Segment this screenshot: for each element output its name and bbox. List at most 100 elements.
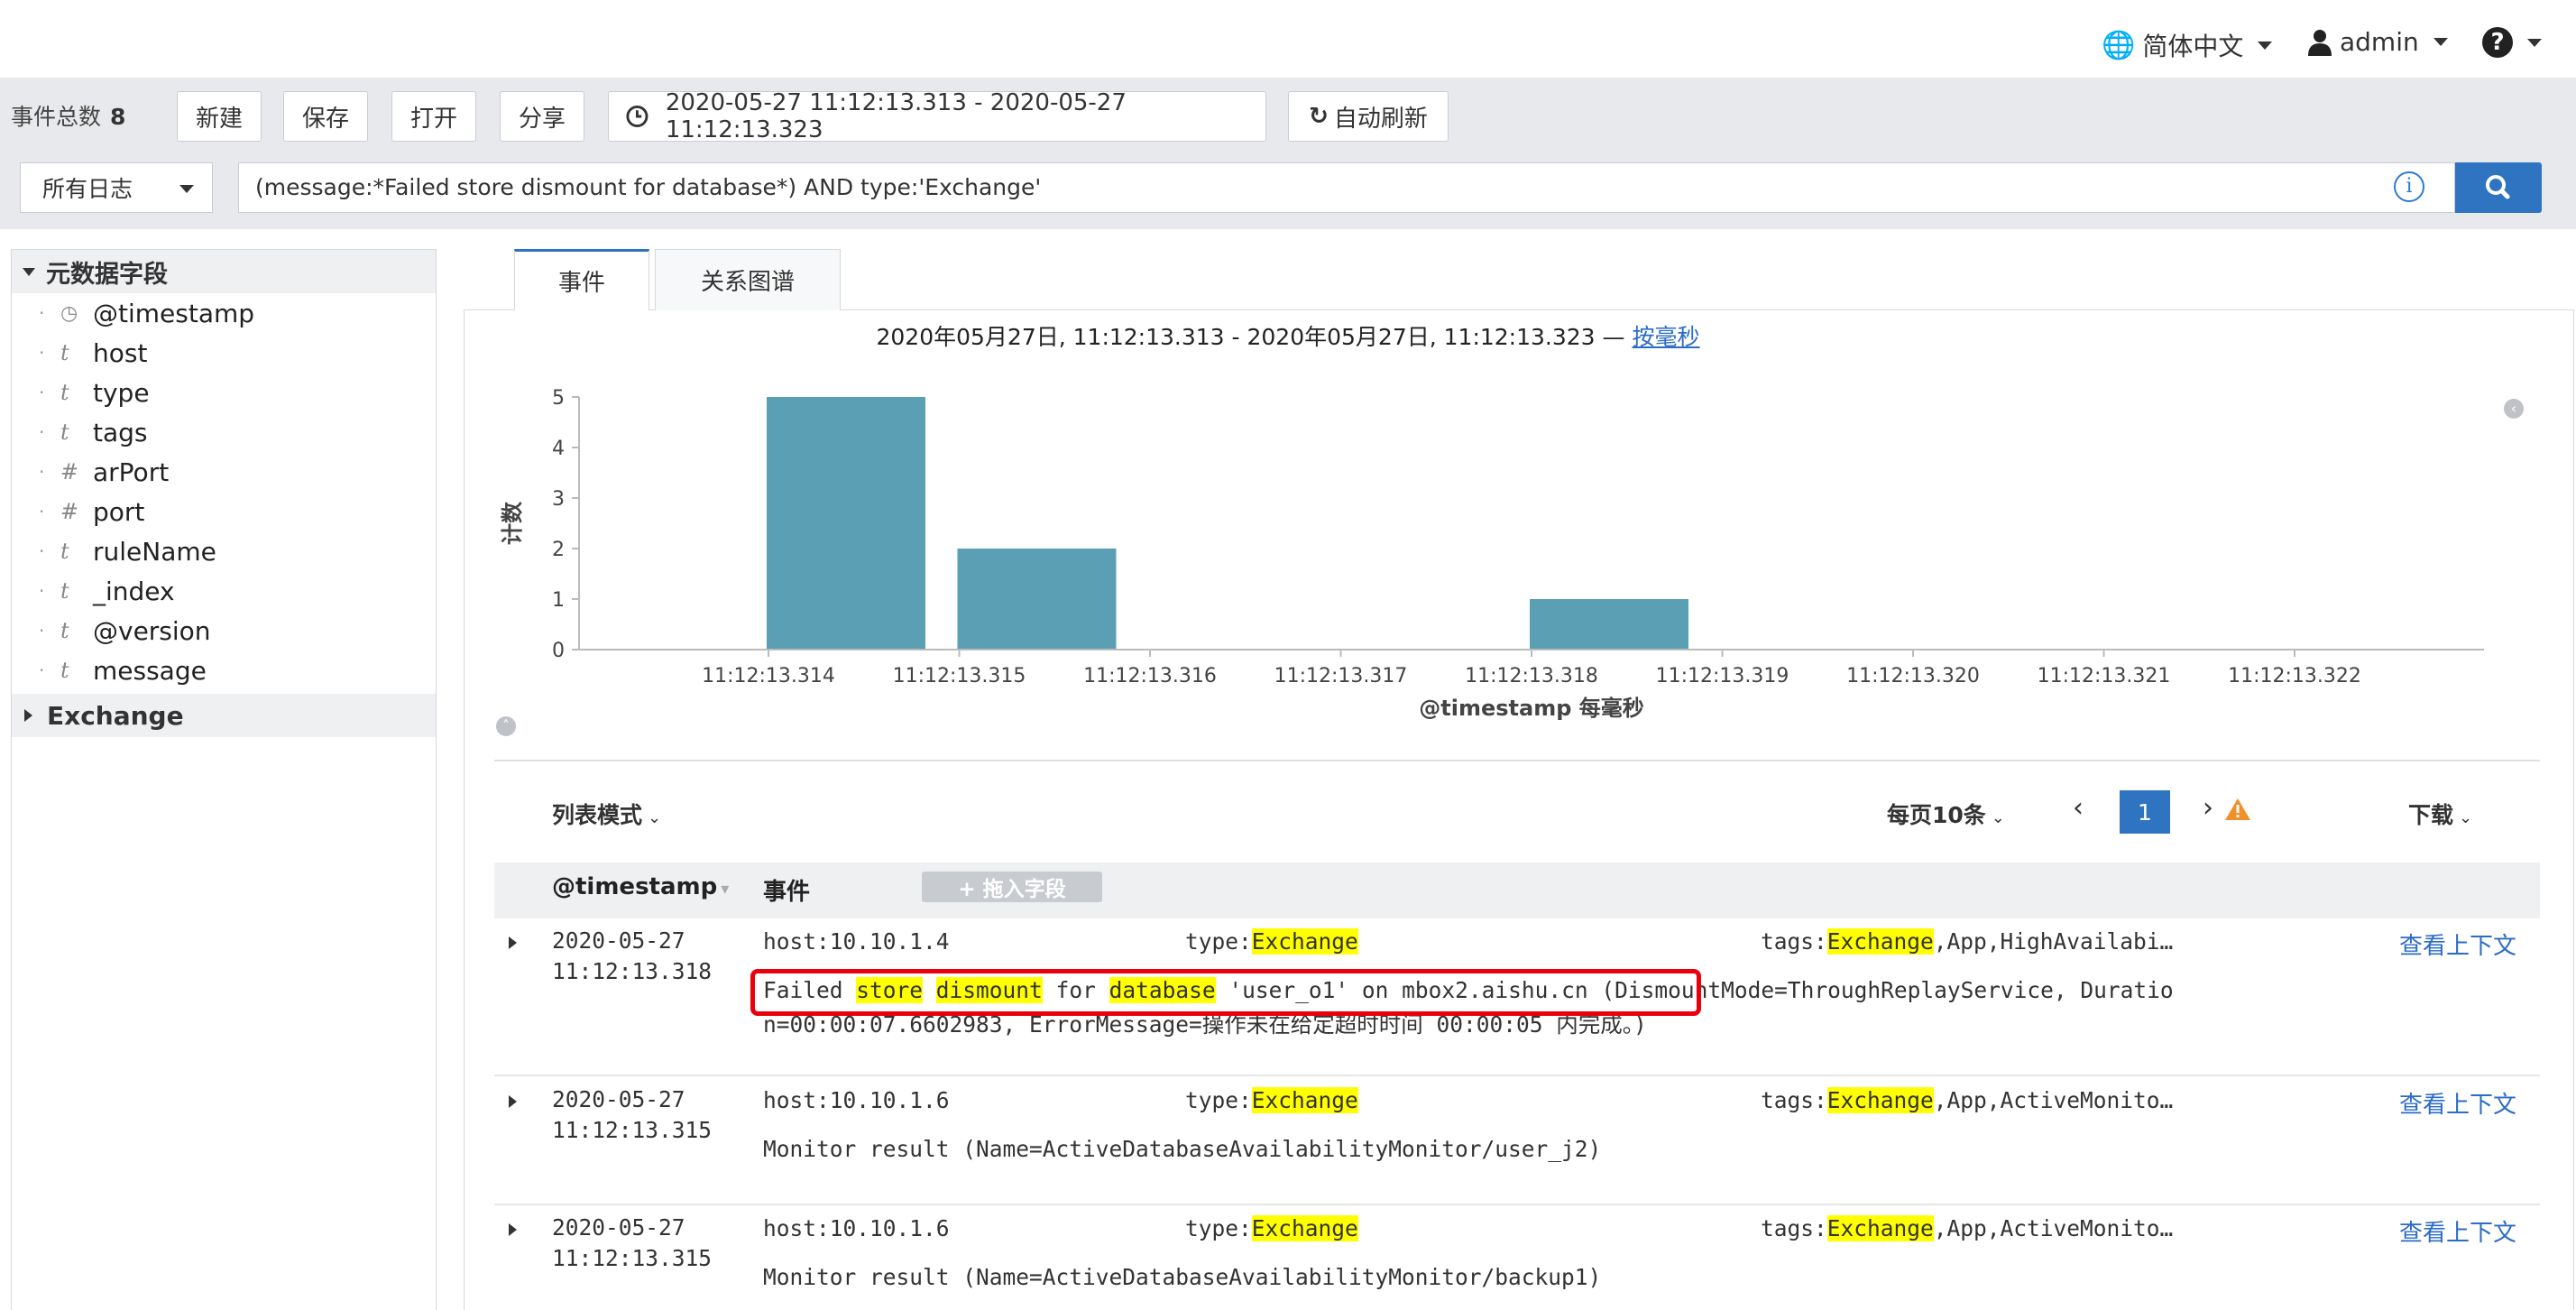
timestamp-column-label: @timestamp xyxy=(552,873,718,900)
interval-link[interactable]: 按毫秒 xyxy=(1632,324,1699,350)
page-1-button[interactable]: 1 xyxy=(2120,790,2170,834)
search-input[interactable]: (message:*Failed store dismount for data… xyxy=(238,162,2455,213)
x-tick-label: 11:12:13.317 xyxy=(1274,665,1408,687)
field-item-type[interactable]: · t type xyxy=(12,374,150,411)
row-tags: tags:Exchange,App,ActiveMonito… xyxy=(1761,1087,2173,1113)
log-scope-select[interactable]: 所有日志 xyxy=(20,162,213,213)
field-item-port[interactable]: · # port xyxy=(12,494,144,530)
chart-bars xyxy=(767,397,1688,650)
search-button[interactable] xyxy=(2455,162,2542,213)
event-total-label: 事件总数 xyxy=(11,104,102,130)
list-mode-dropdown[interactable]: 列表模式 ⌄ xyxy=(552,798,661,830)
time-range-button[interactable]: 2020-05-27 11:12:13.313 - 2020-05-27 11:… xyxy=(608,89,1266,143)
x-tick-label: 11:12:13.316 xyxy=(1083,665,1217,687)
row-type: type:Exchange xyxy=(1185,1087,1358,1113)
user-label: admin xyxy=(2340,27,2419,57)
field-name: tags xyxy=(93,417,148,447)
expand-row-icon[interactable] xyxy=(509,1095,517,1108)
host-key: host: xyxy=(763,928,830,955)
log-scope-value: 所有日志 xyxy=(42,176,133,202)
text-type-icon: t xyxy=(60,420,69,445)
field-item-index[interactable]: · t _index xyxy=(12,573,175,609)
row-host: host:10.10.1.4 xyxy=(763,928,950,955)
y-tick-label: 2 xyxy=(552,539,565,561)
tags-highlight: Exchange xyxy=(1826,1087,1934,1113)
next-page-button[interactable]: › xyxy=(2203,792,2213,824)
type-key: type: xyxy=(1185,928,1252,955)
number-type-icon: # xyxy=(60,499,79,524)
row-message: Monitor result (Name=ActiveDatabaseAvail… xyxy=(763,1264,1602,1290)
chart-bar[interactable] xyxy=(767,397,925,650)
x-tick-label: 11:12:13.315 xyxy=(893,665,1026,687)
expand-row-icon[interactable] xyxy=(509,1223,517,1236)
caret-right-icon xyxy=(24,709,32,722)
user-menu[interactable]: admin xyxy=(2307,27,2448,57)
tags-rest: ,App,ActiveMonito… xyxy=(1933,1087,2174,1113)
tags-key: tags: xyxy=(1761,928,1827,955)
info-icon[interactable]: i xyxy=(2394,171,2424,202)
y-tick-label: 4 xyxy=(552,438,565,460)
tab-events[interactable]: 事件 xyxy=(514,249,649,310)
row-time: 11:12:13.318 xyxy=(552,958,713,984)
expand-row-icon[interactable] xyxy=(509,936,517,949)
chevron-up-icon[interactable]: ˄ xyxy=(496,716,516,736)
share-button[interactable]: 分享 xyxy=(500,91,584,142)
open-button[interactable]: 打开 xyxy=(391,91,476,142)
field-item-arport[interactable]: · # arPort xyxy=(12,454,169,490)
exchange-group-header[interactable]: Exchange xyxy=(12,694,436,737)
chevron-down-icon xyxy=(179,185,194,193)
bullet-icon: · xyxy=(39,540,45,562)
row-timestamp: 2020-05-27 11:12:13.315 xyxy=(552,1084,712,1146)
host-key: host: xyxy=(763,1215,830,1241)
chevron-left-icon[interactable]: ‹ xyxy=(2504,399,2524,419)
x-tick-label: 11:12:13.322 xyxy=(2228,665,2361,687)
bullet-icon: · xyxy=(39,580,45,602)
page-number: 1 xyxy=(2138,798,2152,826)
language-menu[interactable]: 🌐 简体中文 xyxy=(2102,27,2273,63)
chart-bar[interactable] xyxy=(1530,599,1688,650)
row-timestamp: 2020-05-27 11:12:13.315 xyxy=(552,1213,712,1274)
download-dropdown[interactable]: 下载 ⌄ xyxy=(2408,798,2472,830)
y-tick-label: 5 xyxy=(552,387,565,410)
row-date: 2020-05-27 xyxy=(552,927,685,954)
metadata-fields-header[interactable]: 元数据字段 xyxy=(12,250,436,293)
prev-page-button[interactable]: ‹ xyxy=(2073,792,2084,824)
event-histogram: 0 1 2 3 4 5 11:12:13.314 11:12:13.315 11:12:13.3… xyxy=(500,387,2484,721)
y-tick-label: 3 xyxy=(552,488,565,511)
tags-highlight: Exchange xyxy=(1826,1215,1934,1241)
view-context-link[interactable]: 查看上下文 xyxy=(2399,1214,2516,1248)
timestamp-column-header[interactable]: @timestamp ▾ xyxy=(552,873,729,900)
x-axis-title: @timestamp 每毫秒 xyxy=(1419,696,1643,721)
page-size-dropdown[interactable]: 每页10条 ⌄ xyxy=(1887,798,2005,830)
annotation-highlight-box xyxy=(750,969,1701,1016)
field-item-message[interactable]: · t message xyxy=(12,652,207,688)
host-value: 10.10.1.6 xyxy=(829,1087,950,1113)
tags-rest: ,App,ActiveMonito… xyxy=(1933,1215,2174,1241)
field-name: port xyxy=(93,496,145,527)
row-timestamp: 2020-05-27 11:12:13.318 xyxy=(552,926,712,987)
field-item-rulename[interactable]: · t ruleName xyxy=(12,533,216,569)
chevron-down-icon xyxy=(2527,38,2542,47)
field-item-version[interactable]: · t @version xyxy=(12,613,211,649)
warning-icon[interactable] xyxy=(2224,798,2251,821)
tags-key: tags: xyxy=(1761,1215,1827,1241)
save-button[interactable]: 保存 xyxy=(283,91,368,142)
row-divider xyxy=(494,1075,2540,1076)
add-field-button[interactable]: + 拖入字段 xyxy=(922,872,1102,902)
host-value: 10.10.1.4 xyxy=(829,928,950,955)
view-context-link[interactable]: 查看上下文 xyxy=(2399,927,2516,961)
caret-down-icon xyxy=(23,267,35,276)
row-host: host:10.10.1.6 xyxy=(763,1087,950,1113)
help-menu[interactable]: ? xyxy=(2482,27,2542,58)
new-button[interactable]: 新建 xyxy=(177,91,262,142)
view-context-link[interactable]: 查看上下文 xyxy=(2399,1086,2516,1120)
chart-bar[interactable] xyxy=(957,549,1117,650)
tab-relation-graph[interactable]: 关系图谱 xyxy=(655,249,841,310)
histogram-range-header: 2020年05月27日, 11:12:13.313 - 2020年05月27日,… xyxy=(0,319,2576,352)
tab-events-label: 事件 xyxy=(557,270,605,297)
metadata-fields-title: 元数据字段 xyxy=(46,260,168,289)
auto-refresh-button[interactable]: ↻ 自动刷新 xyxy=(1288,91,1449,142)
chevron-down-icon: ⌄ xyxy=(1991,808,2005,827)
row-time: 11:12:13.315 xyxy=(552,1117,713,1143)
field-item-tags[interactable]: · t tags xyxy=(12,414,148,450)
